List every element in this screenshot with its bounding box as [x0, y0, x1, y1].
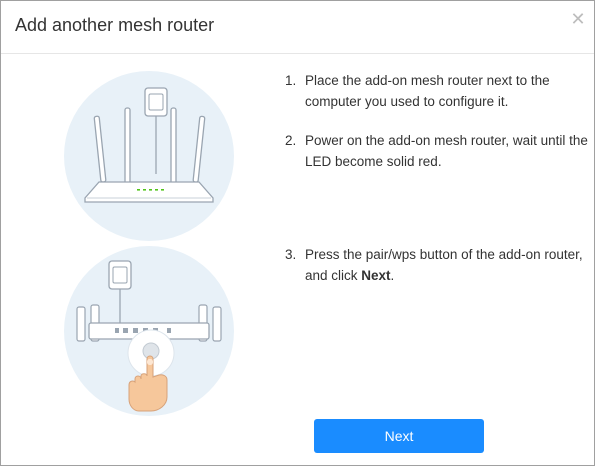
step-text: Power on the add-on mesh router, wait un…: [305, 133, 588, 169]
step-number: 2.: [285, 133, 297, 148]
step-number: 3.: [285, 247, 297, 262]
step-number: 1.: [285, 73, 297, 88]
step-text-end: .: [390, 268, 395, 283]
router-with-power-adapter-icon: [64, 71, 234, 241]
step-text: Place the add-on mesh router next to the…: [305, 73, 550, 109]
step-text: Press the pair/wps button of the add-on …: [305, 244, 590, 286]
close-icon[interactable]: ✕: [570, 10, 586, 28]
dialog-header: Add another mesh router ✕: [1, 1, 594, 54]
step-text-bold-next: Next: [361, 268, 391, 283]
step-text-main: Press the pair/wps button of the add-on …: [305, 247, 583, 283]
dialog-title: Add another mesh router: [15, 15, 215, 35]
press-pair-button-icon: [64, 246, 234, 416]
add-mesh-router-dialog: Add another mesh router ✕ 1. Place the a…: [0, 0, 595, 466]
next-button[interactable]: Next: [314, 419, 484, 453]
